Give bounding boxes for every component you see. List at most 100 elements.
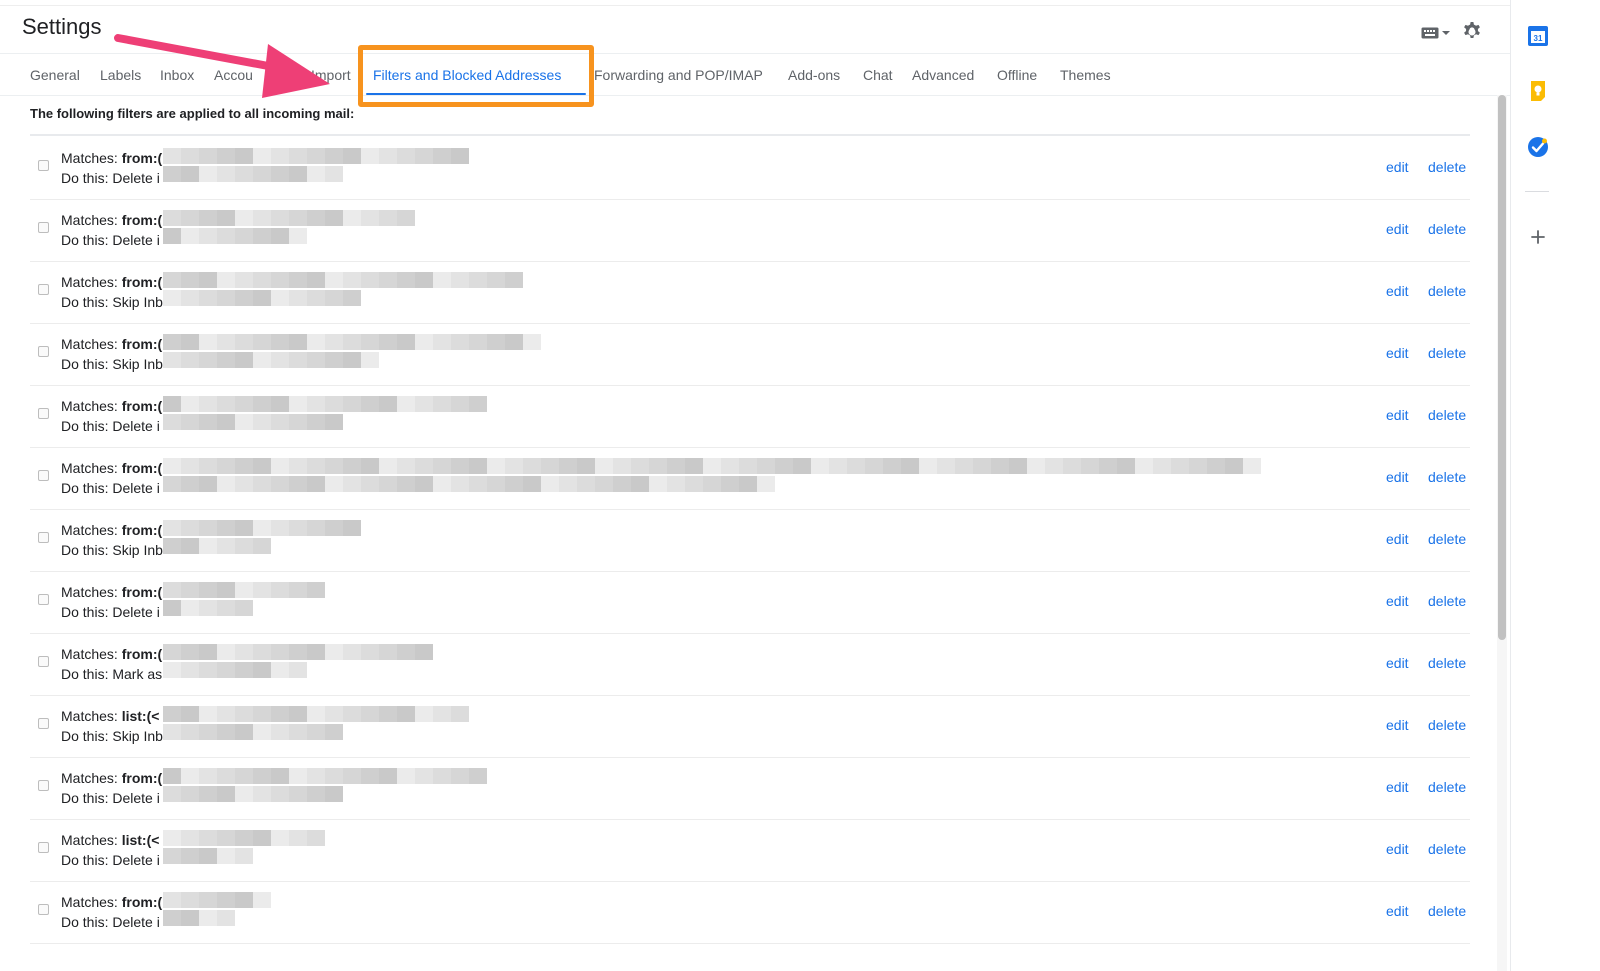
delete-filter-link[interactable]: delete [1428, 159, 1466, 175]
filter-row: Matches: from:(Do this: Delete i edit dele… [30, 448, 1470, 510]
tab-themes[interactable]: Themes [1060, 67, 1111, 83]
tab-advanced[interactable]: Advanced [912, 67, 974, 83]
filter-checkbox[interactable] [38, 470, 49, 481]
matches-prefix: Matches: [61, 274, 118, 290]
edit-filter-link[interactable]: edit [1386, 407, 1409, 423]
filter-checkbox[interactable] [38, 780, 49, 791]
chevron-down-icon[interactable] [1442, 30, 1450, 36]
filter-checkbox[interactable] [38, 718, 49, 729]
tab-chat[interactable]: Chat [863, 67, 893, 83]
delete-filter-link[interactable]: delete [1428, 469, 1466, 485]
filter-action-text: Delete i [112, 232, 160, 248]
filter-checkbox[interactable] [38, 222, 49, 233]
delete-filter-link[interactable]: delete [1428, 841, 1466, 857]
delete-filter-link[interactable]: delete [1428, 283, 1466, 299]
side-panel: 31 [1510, 0, 1600, 971]
filter-checkbox[interactable] [38, 532, 49, 543]
delete-filter-link[interactable]: delete [1428, 655, 1466, 671]
edit-filter-link[interactable]: edit [1386, 717, 1409, 733]
action-prefix: Do this: [61, 728, 109, 744]
filter-criteria: Matches: from:( [61, 336, 162, 352]
delete-filter-link[interactable]: delete [1428, 345, 1466, 361]
tasks-icon[interactable] [1527, 136, 1549, 158]
filter-action-text: Delete i [112, 914, 160, 930]
delete-filter-link[interactable]: delete [1428, 779, 1466, 795]
filter-action: Do this: Skip Inb [61, 294, 163, 310]
redacted-content [163, 332, 552, 378]
tab-add-ons[interactable]: Add-ons [788, 67, 840, 83]
tab-import[interactable]: Import [311, 67, 351, 83]
filter-action-text: Skip Inb [112, 728, 163, 744]
matches-prefix: Matches: [61, 584, 118, 600]
matches-prefix: Matches: [61, 460, 118, 476]
filter-row: Matches: from:(Do this: Delete i edit dele… [30, 758, 1470, 820]
action-prefix: Do this: [61, 542, 109, 558]
filter-checkbox[interactable] [38, 594, 49, 605]
redacted-content [163, 518, 373, 564]
filter-checkbox[interactable] [38, 904, 49, 915]
filter-checkbox[interactable] [38, 160, 49, 171]
scrollbar-thumb[interactable] [1498, 95, 1506, 640]
edit-filter-link[interactable]: edit [1386, 159, 1409, 175]
filter-checkbox[interactable] [38, 284, 49, 295]
keyboard-icon[interactable] [1421, 27, 1450, 39]
settings-header: Settings [0, 6, 1510, 54]
filter-row: Matches: from:(Do this: Mark as edit delet… [30, 634, 1470, 696]
edit-filter-link[interactable]: edit [1386, 531, 1409, 547]
edit-filter-link[interactable]: edit [1386, 841, 1409, 857]
filter-criterion: list:(< [121, 708, 160, 724]
delete-filter-link[interactable]: delete [1428, 717, 1466, 733]
matches-prefix: Matches: [61, 708, 118, 724]
filter-action-text: Delete i [112, 170, 160, 186]
filter-checkbox[interactable] [38, 656, 49, 667]
tab-labels[interactable]: Labels [100, 67, 141, 83]
delete-filter-link[interactable]: delete [1428, 593, 1466, 609]
delete-filter-link[interactable]: delete [1428, 903, 1466, 919]
edit-filter-link[interactable]: edit [1386, 345, 1409, 361]
filter-row: Matches: list:(< Do this: Skip Inb edit del… [30, 696, 1470, 758]
delete-filter-link[interactable]: delete [1428, 221, 1466, 237]
matches-prefix: Matches: [61, 398, 118, 414]
filter-row: Matches: from:(Do this: Skip Inb edit dele… [30, 324, 1470, 386]
redacted-content [163, 642, 443, 688]
filter-action-text: Delete i [112, 418, 160, 434]
gear-icon[interactable] [1462, 20, 1482, 45]
settings-tabs: General Labels Inbox Accou Import Filter… [0, 56, 1510, 96]
keep-icon[interactable] [1527, 80, 1549, 102]
tab-accounts[interactable]: Accou [214, 67, 253, 83]
edit-filter-link[interactable]: edit [1386, 779, 1409, 795]
delete-filter-link[interactable]: delete [1428, 407, 1466, 423]
scrollbar[interactable] [1497, 95, 1507, 971]
filter-action-text: Skip Inb [112, 542, 163, 558]
filter-checkbox[interactable] [38, 842, 49, 853]
filter-criteria: Matches: list:(< [61, 832, 159, 848]
edit-filter-link[interactable]: edit [1386, 593, 1409, 609]
edit-filter-link[interactable]: edit [1386, 221, 1409, 237]
filter-criterion: from:( [121, 646, 163, 662]
filter-criterion: from:( [121, 522, 163, 538]
tab-inbox[interactable]: Inbox [160, 67, 194, 83]
add-icon[interactable] [1527, 226, 1549, 248]
action-prefix: Do this: [61, 666, 109, 682]
matches-prefix: Matches: [61, 150, 118, 166]
tab-general[interactable]: General [30, 67, 80, 83]
filter-criterion: from:( [121, 460, 163, 476]
action-prefix: Do this: [61, 294, 109, 310]
matches-prefix: Matches: [61, 894, 118, 910]
edit-filter-link[interactable]: edit [1386, 903, 1409, 919]
tab-forwarding-pop-imap[interactable]: Forwarding and POP/IMAP [594, 67, 763, 83]
filter-criterion: from:( [121, 150, 163, 166]
edit-filter-link[interactable]: edit [1386, 469, 1409, 485]
action-prefix: Do this: [61, 418, 109, 434]
edit-filter-link[interactable]: edit [1386, 655, 1409, 671]
calendar-icon[interactable]: 31 [1527, 25, 1549, 47]
edit-filter-link[interactable]: edit [1386, 283, 1409, 299]
delete-filter-link[interactable]: delete [1428, 531, 1466, 547]
filter-action-text: Skip Inb [112, 294, 163, 310]
tab-offline[interactable]: Offline [997, 67, 1037, 83]
tab-filters-and-blocked-addresses[interactable]: Filters and Blocked Addresses [373, 67, 561, 83]
filter-checkbox[interactable] [38, 408, 49, 419]
filter-criteria: Matches: from:( [61, 460, 162, 476]
filter-criterion: from:( [121, 770, 163, 786]
filter-checkbox[interactable] [38, 346, 49, 357]
